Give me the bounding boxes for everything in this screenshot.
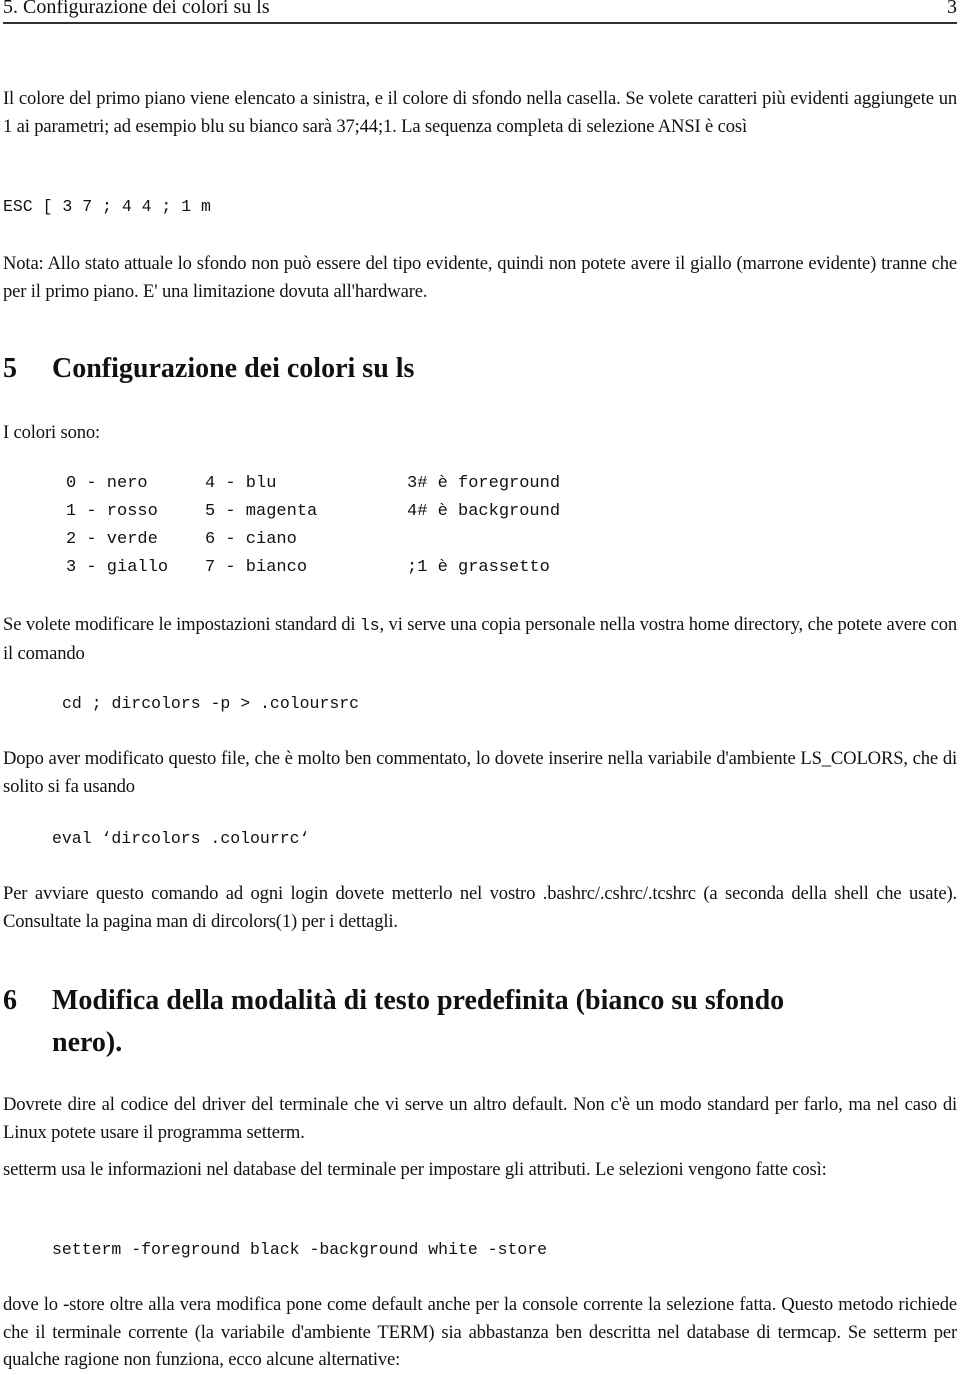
login-paragraph: Per avviare questo comando ad ogni login…	[3, 883, 957, 932]
colors-table: 0 - nero 1 - rosso 2 - verde 3 - giallo …	[0, 474, 960, 586]
dircolors-command: cd ; dircolors -p > .coloursrc	[62, 694, 360, 713]
color-entry: 5 - magenta	[205, 502, 318, 521]
setterm-paragraph: setterm usa le informazioni nel database…	[3, 1159, 827, 1180]
document-page: 5. Configurazione dei colori su ls 3 Il …	[0, 0, 960, 1375]
intro-paragraph: Il colore del primo piano viene elencato…	[3, 88, 957, 137]
ls-paragraph: Se volete modificare le impostazioni sta…	[3, 611, 957, 667]
color-entry: 4 - blu	[205, 474, 277, 493]
section-6-heading: 6 Modifica della modalità di testo prede…	[3, 980, 957, 1064]
running-header: 5. Configurazione dei colori su ls 3	[3, 0, 957, 24]
color-entry: 2 - verde	[66, 530, 158, 549]
store-paragraph: dove lo -store oltre alla vera modifica …	[3, 1294, 957, 1371]
section-6-title-line1: Modifica della modalità di testo predefi…	[52, 985, 785, 1016]
running-title: 5. Configurazione dei colori su ls	[3, 0, 270, 18]
section-5-number: 5	[3, 353, 17, 384]
ansi-sequence-code: ESC [ 3 7 ; 4 4 ; 1 m	[3, 197, 211, 216]
note-paragraph: Nota: Allo stato attuale lo sfondo non p…	[3, 253, 957, 302]
after-edit-paragraph: Dopo aver modificato questo file, che è …	[3, 748, 957, 797]
ls-paragraph-text-before: Se volete modificare le impostazioni sta…	[3, 614, 360, 635]
ls-inline-code: ls	[360, 616, 380, 635]
color-entry: 7 - bianco	[205, 558, 308, 577]
colors-intro: I colori sono:	[3, 422, 101, 443]
section-6-number: 6	[3, 985, 17, 1016]
color-entry: 1 - rosso	[66, 502, 158, 521]
attribute-entry: 4# è background	[407, 502, 561, 521]
section-6-title-line2: nero).	[52, 1027, 123, 1058]
driver-paragraph: Dovrete dire al codice del driver del te…	[3, 1094, 957, 1143]
setterm-command: setterm -foreground black -background wh…	[52, 1240, 548, 1259]
attribute-entry: 3# è foreground	[407, 474, 561, 493]
eval-command: eval ‘dircolors .colourrc‘	[52, 829, 310, 848]
color-entry: 6 - ciano	[205, 530, 297, 549]
color-entry: 3 - giallo	[66, 558, 169, 577]
page-number: 3	[947, 0, 957, 18]
color-entry: 0 - nero	[66, 474, 148, 493]
section-5-title: Configurazione dei colori su ls	[52, 353, 415, 384]
attribute-entry: ;1 è grassetto	[407, 558, 550, 577]
